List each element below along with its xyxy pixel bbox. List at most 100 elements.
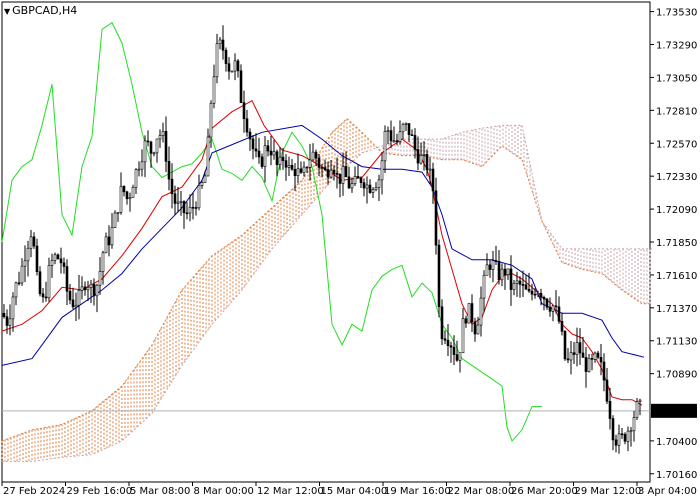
candle-body [239,70,243,103]
candle [323,159,327,172]
candle [617,424,621,454]
candle-body [440,306,444,340]
candle-body [605,379,609,402]
candle-body [311,151,315,161]
candle [215,33,219,84]
candle [29,229,33,258]
candle-body [461,318,465,354]
candle [368,179,372,194]
price-chart[interactable]: 1.73530 1.73290 1.73050 1.72810 1.72570 1.723… [0,0,700,500]
candle [374,182,378,192]
candle-body [539,293,543,298]
candle [614,434,618,453]
candle [584,346,588,388]
candle-body [35,245,39,273]
candle-body [203,175,207,183]
y-tick-label: 1.71850 [656,238,697,249]
candle [14,281,18,306]
candle [128,192,132,212]
indicator-lines [1,21,650,442]
candle-body [338,173,342,184]
candle-body [11,296,15,320]
candle-body [128,197,132,200]
candle-body [350,183,354,189]
candle [257,137,261,164]
candle-body [14,282,18,298]
candle-body [185,212,189,215]
candle-body [347,176,351,189]
candle-body [284,160,288,168]
candle [62,257,66,274]
y-tick-label: 1.70160 [656,470,697,481]
candle-body [551,305,555,312]
candle-body [161,131,165,136]
candle-body [434,190,438,246]
candle-body [521,284,525,286]
candle-body [353,176,357,184]
candle [512,279,516,296]
candle [158,129,162,148]
candle-body [617,433,621,446]
candle-body [179,201,183,203]
x-tick-label: 27 Feb 2024 [3,486,65,497]
candle-body [365,184,369,189]
chart-window[interactable]: ▼ GBPCAD,H4 1.73530 1.73290 1.73050 1.72810 1… [0,0,700,500]
candle [443,330,447,345]
candle [23,245,27,283]
candle [296,153,300,184]
candle-body [260,156,264,167]
candle-body [602,361,606,381]
candle-body [323,167,327,170]
candle-body [287,165,291,168]
candle-body [449,345,453,348]
candle [110,213,114,249]
candle-body [536,293,540,295]
candle [632,410,636,442]
candle [116,211,120,222]
x-tick-label: 8 Mar 00:00 [194,486,254,497]
candle [566,348,570,364]
x-tick-label: 26 Mar 20:00 [511,486,578,497]
candle [569,340,573,375]
candle [50,253,54,278]
candle [2,304,6,319]
y-tick-label: 1.70400 [656,437,697,448]
candle-body [530,290,534,295]
candle-body [164,131,168,162]
candle [194,201,198,216]
candle [227,57,231,80]
candle [488,259,492,278]
candle-body [77,289,81,306]
candle-body [212,76,216,104]
candle [95,283,99,313]
x-tick-label: 15 Mar 04:00 [321,486,388,497]
candle [299,161,303,174]
candle-body [206,136,210,177]
candle [251,135,255,160]
y-tick-label: 1.72570 [656,139,697,150]
candle-body [506,268,510,275]
candle [611,415,615,451]
candle [392,126,396,143]
candle [491,251,495,283]
candle [176,187,180,213]
candle [389,120,393,148]
candle-body [101,252,105,272]
candle-body [584,357,588,372]
candle-body [149,141,153,154]
dropdown-triangle-icon[interactable]: ▼ [4,7,10,16]
candle [17,271,21,286]
candle [266,139,270,157]
candle-body [407,123,411,136]
candle-body [443,338,447,341]
candle-body [593,352,597,360]
candle [455,340,459,362]
candle [218,37,222,50]
plot-border [1,1,651,483]
candle [599,343,603,376]
candle-body [545,298,549,308]
candle [65,259,69,306]
candle-body [290,165,294,170]
candle-body [587,358,591,372]
candle-body [524,284,528,290]
